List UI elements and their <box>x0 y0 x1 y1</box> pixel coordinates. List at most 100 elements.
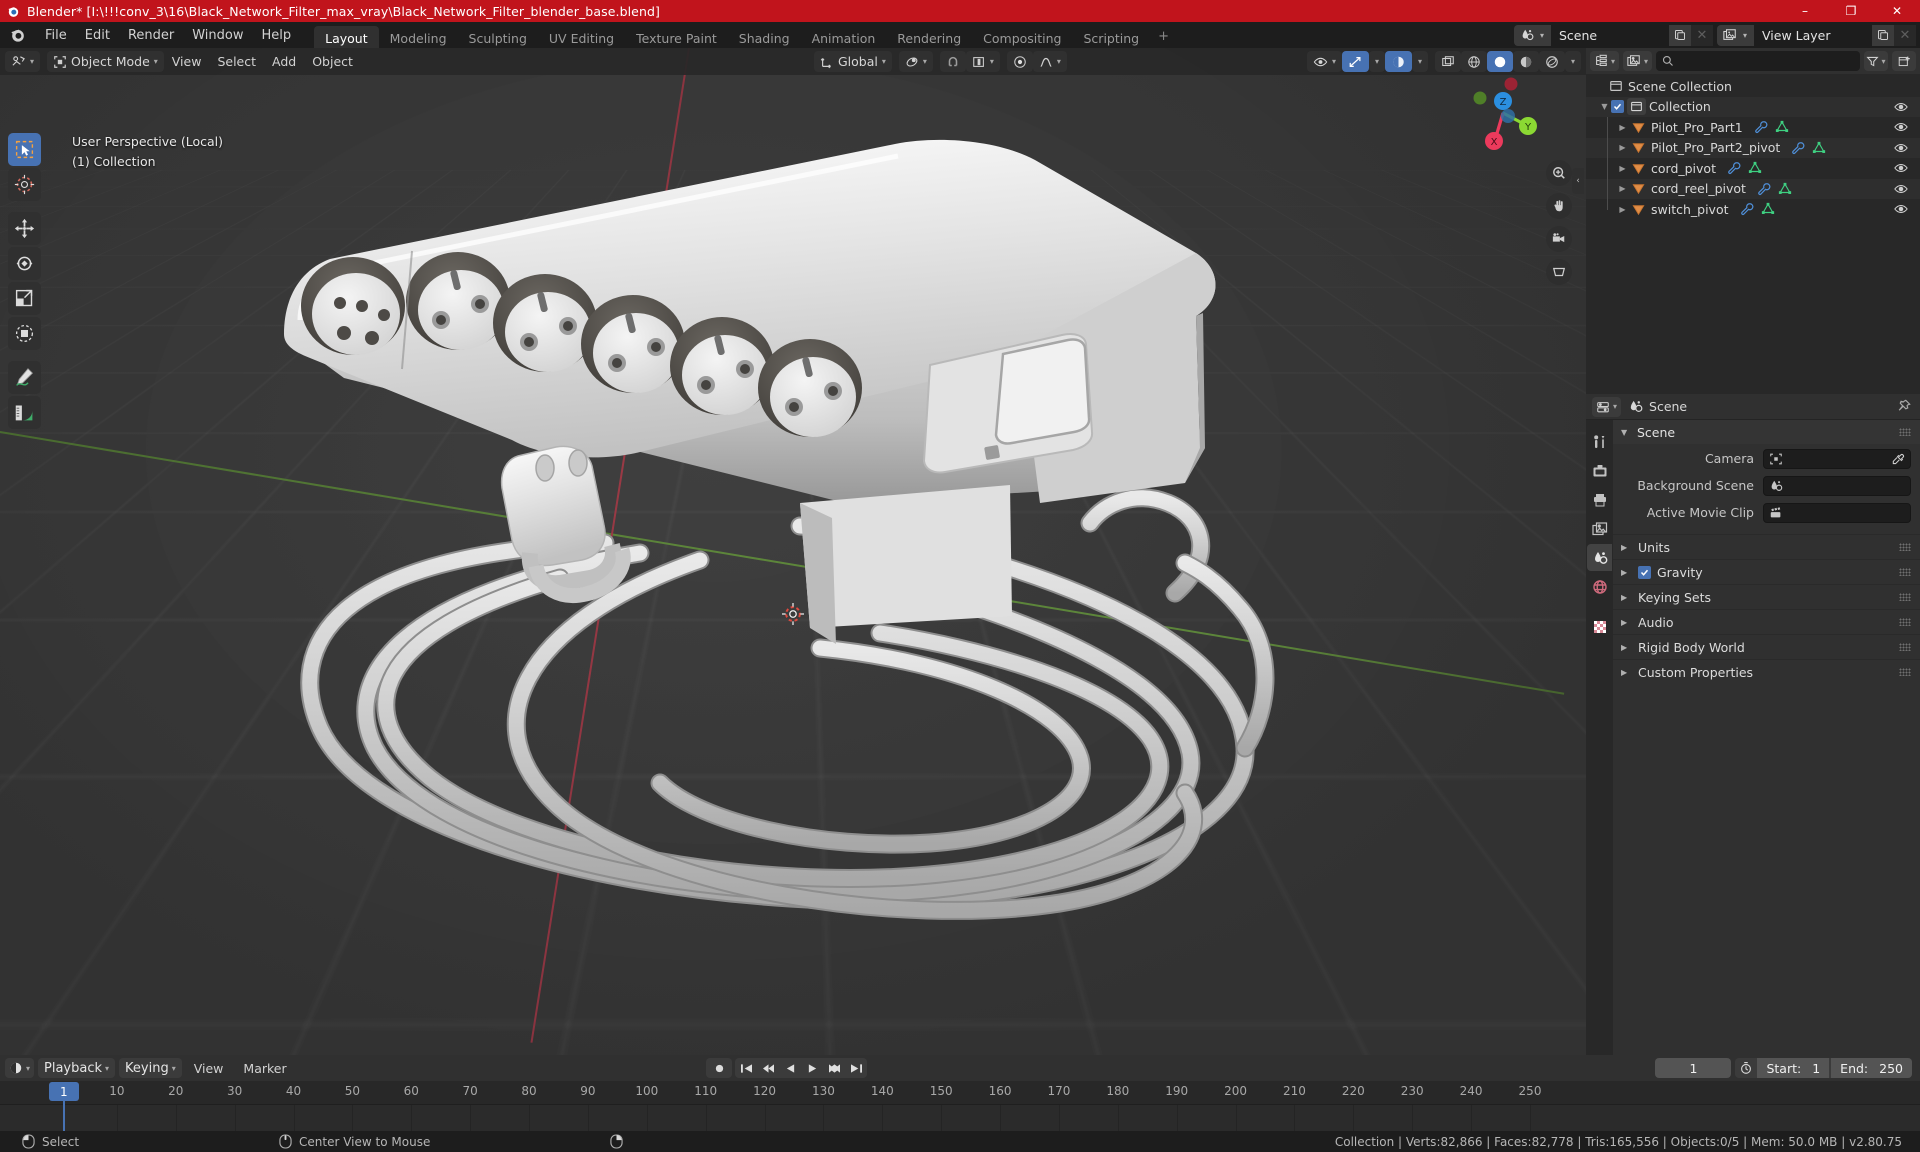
snap-magnet-toggle[interactable] <box>939 51 966 72</box>
object-visibility-eye-icon[interactable] <box>1894 202 1908 219</box>
menu-window[interactable]: Window <box>183 25 252 46</box>
outliner-row-scene-collection[interactable]: Scene Collection <box>1586 76 1920 97</box>
transform-orientation-selector[interactable]: Global ▾ <box>814 51 892 72</box>
camera-eyedropper-icon[interactable] <box>1892 453 1905 470</box>
workspace-tab-uv-editing[interactable]: UV Editing <box>538 26 625 48</box>
proportional-editing-toggle[interactable] <box>1006 51 1033 72</box>
outliner-filter-button[interactable]: ▾ <box>1864 51 1888 71</box>
gravity-checkbox[interactable] <box>1638 565 1651 579</box>
object-disclosure-triangle-icon[interactable]: ▶ <box>1616 184 1629 193</box>
tool-scale[interactable] <box>8 282 41 315</box>
object-visibility-eye-icon[interactable] <box>1894 161 1908 178</box>
outliner-row-object[interactable]: ▶ Pilot_Pro_Part2_pivot <box>1586 137 1920 158</box>
collection-visibility-eye-icon[interactable] <box>1894 100 1908 117</box>
object-disclosure-triangle-icon[interactable]: ▶ <box>1616 143 1629 152</box>
tool-select-box[interactable] <box>8 133 41 166</box>
3d-viewport[interactable]: User Perspective (Local) (1) Collection <box>0 48 1586 1055</box>
current-frame-field[interactable]: 1 <box>1655 1058 1732 1078</box>
workspace-tab-sculpting[interactable]: Sculpting <box>458 26 538 48</box>
tool-cursor[interactable] <box>8 168 41 201</box>
menu-file[interactable]: File <box>36 25 76 46</box>
viewport-menu-add[interactable]: Add <box>264 51 304 72</box>
object-disclosure-triangle-icon[interactable]: ▶ <box>1616 164 1629 173</box>
timeline-menu-keying[interactable]: Keying ▾ <box>119 1058 182 1078</box>
object-visibility-eye-icon[interactable] <box>1894 141 1908 158</box>
object-visibility-eye-icon[interactable] <box>1894 120 1908 137</box>
object-mode-selector[interactable]: Object Mode ▾ <box>47 51 164 72</box>
properties-editor-type-selector[interactable]: ▾ <box>1592 396 1622 417</box>
play-reverse-button[interactable] <box>779 1058 801 1078</box>
jump-to-start-button[interactable] <box>735 1058 757 1078</box>
workspace-tab-modeling[interactable]: Modeling <box>379 26 458 48</box>
timeline-menu-view[interactable]: View <box>186 1058 232 1079</box>
shading-rendered-button[interactable] <box>1538 51 1565 72</box>
overlays-options-dropdown[interactable]: ▾ <box>1368 51 1385 72</box>
scene-panel-header[interactable]: ▼ Scene <box>1613 420 1920 444</box>
workspace-tab-rendering[interactable]: Rendering <box>886 26 972 48</box>
blender-menu-icon[interactable] <box>8 25 28 45</box>
viewport-menu-view[interactable]: View <box>164 51 210 72</box>
timeline-ruler[interactable]: › 10203040506070809010011012013014015016… <box>0 1081 1920 1131</box>
outliner-new-collection-button[interactable] <box>1892 51 1916 71</box>
audio-panel-header[interactable]: ▶ Audio <box>1613 609 1920 634</box>
outliner-row-object[interactable]: ▶ Pilot_Pro_Part1 <box>1586 117 1920 138</box>
tool-annotate[interactable] <box>8 361 41 394</box>
properties-tab-scene[interactable] <box>1587 544 1612 571</box>
outliner-search-input[interactable] <box>1656 51 1860 71</box>
shading-solid-wire-button[interactable] <box>1460 51 1487 72</box>
object-disclosure-triangle-icon[interactable]: ▶ <box>1616 123 1629 132</box>
collection-disclosure-triangle-icon[interactable]: ▼ <box>1598 102 1611 111</box>
tool-rotate[interactable] <box>8 247 41 280</box>
pan-hand-icon[interactable] <box>1546 193 1572 219</box>
xray-options-dropdown[interactable]: ▾ <box>1411 51 1428 72</box>
workspace-tab-compositing[interactable]: Compositing <box>972 26 1072 48</box>
active-movie-clip-field[interactable] <box>1763 502 1911 523</box>
shading-solid-button[interactable] <box>1486 51 1513 72</box>
auto-keying-button[interactable] <box>706 1058 732 1078</box>
minimize-button[interactable]: – <box>1782 0 1828 22</box>
viewport-sidebar-toggle[interactable]: ‹ <box>1572 168 1584 194</box>
custom-properties-panel-header[interactable]: ▶ Custom Properties <box>1613 659 1920 684</box>
camera-field[interactable] <box>1763 448 1911 470</box>
menu-render[interactable]: Render <box>119 25 183 46</box>
new-view-layer-button[interactable] <box>1872 24 1894 46</box>
jump-to-previous-keyframe-button[interactable] <box>757 1058 779 1078</box>
workspace-tab-texture-paint[interactable]: Texture Paint <box>625 26 728 48</box>
maximize-button[interactable]: ❐ <box>1828 0 1874 22</box>
workspace-tab-scripting[interactable]: Scripting <box>1073 26 1151 48</box>
xray-toggle[interactable] <box>1384 51 1412 72</box>
show-overlays-toggle[interactable] <box>1341 51 1369 72</box>
play-button[interactable] <box>801 1058 823 1078</box>
proportional-falloff-selector[interactable]: ▾ <box>1032 51 1067 72</box>
units-panel-header[interactable]: ▶ Units <box>1613 534 1920 559</box>
camera-view-icon[interactable] <box>1546 226 1572 252</box>
new-scene-button[interactable] <box>1669 24 1691 46</box>
close-button[interactable]: ✕ <box>1874 0 1920 22</box>
jump-to-end-button[interactable] <box>845 1058 867 1078</box>
workspace-tab-animation[interactable]: Animation <box>801 26 887 48</box>
add-workspace-button[interactable]: + <box>1150 25 1177 48</box>
outliner-display-mode-selector[interactable]: ▾ <box>1623 51 1653 71</box>
tool-move[interactable] <box>8 212 41 245</box>
start-frame-field[interactable]: Start: 1 <box>1757 1058 1830 1078</box>
properties-tab-texture[interactable] <box>1587 613 1612 640</box>
shading-options-dropdown[interactable]: ▾ <box>1564 51 1581 72</box>
show-gizmo-toggle[interactable]: ▾ <box>1306 51 1342 72</box>
tool-transform[interactable] <box>8 317 41 350</box>
properties-tab-output[interactable] <box>1587 486 1612 513</box>
object-visibility-eye-icon[interactable] <box>1894 182 1908 199</box>
shading-material-preview-button[interactable] <box>1512 51 1539 72</box>
snap-target-selector[interactable]: ▾ <box>965 51 1000 72</box>
jump-to-next-keyframe-button[interactable] <box>823 1058 845 1078</box>
workspace-tab-layout[interactable]: Layout <box>314 26 379 48</box>
remove-scene-button[interactable]: ✕ <box>1691 24 1713 46</box>
view-layer-selector[interactable]: ▾ View Layer ✕ <box>1717 24 1916 46</box>
workspace-tab-shading[interactable]: Shading <box>728 26 801 48</box>
timeline-playhead[interactable]: 1 <box>48 1082 79 1101</box>
editor-type-selector[interactable]: ▾ <box>5 51 41 72</box>
outliner-editor-type-selector[interactable]: ▾ <box>1590 51 1620 71</box>
timeline-track-area[interactable]: ‹ <box>0 1104 1920 1142</box>
scene-selector[interactable]: ▾ Scene ✕ <box>1514 24 1713 46</box>
timeline-menu-playback[interactable]: Playback ▾ <box>38 1058 116 1078</box>
tool-measure[interactable] <box>8 396 41 429</box>
